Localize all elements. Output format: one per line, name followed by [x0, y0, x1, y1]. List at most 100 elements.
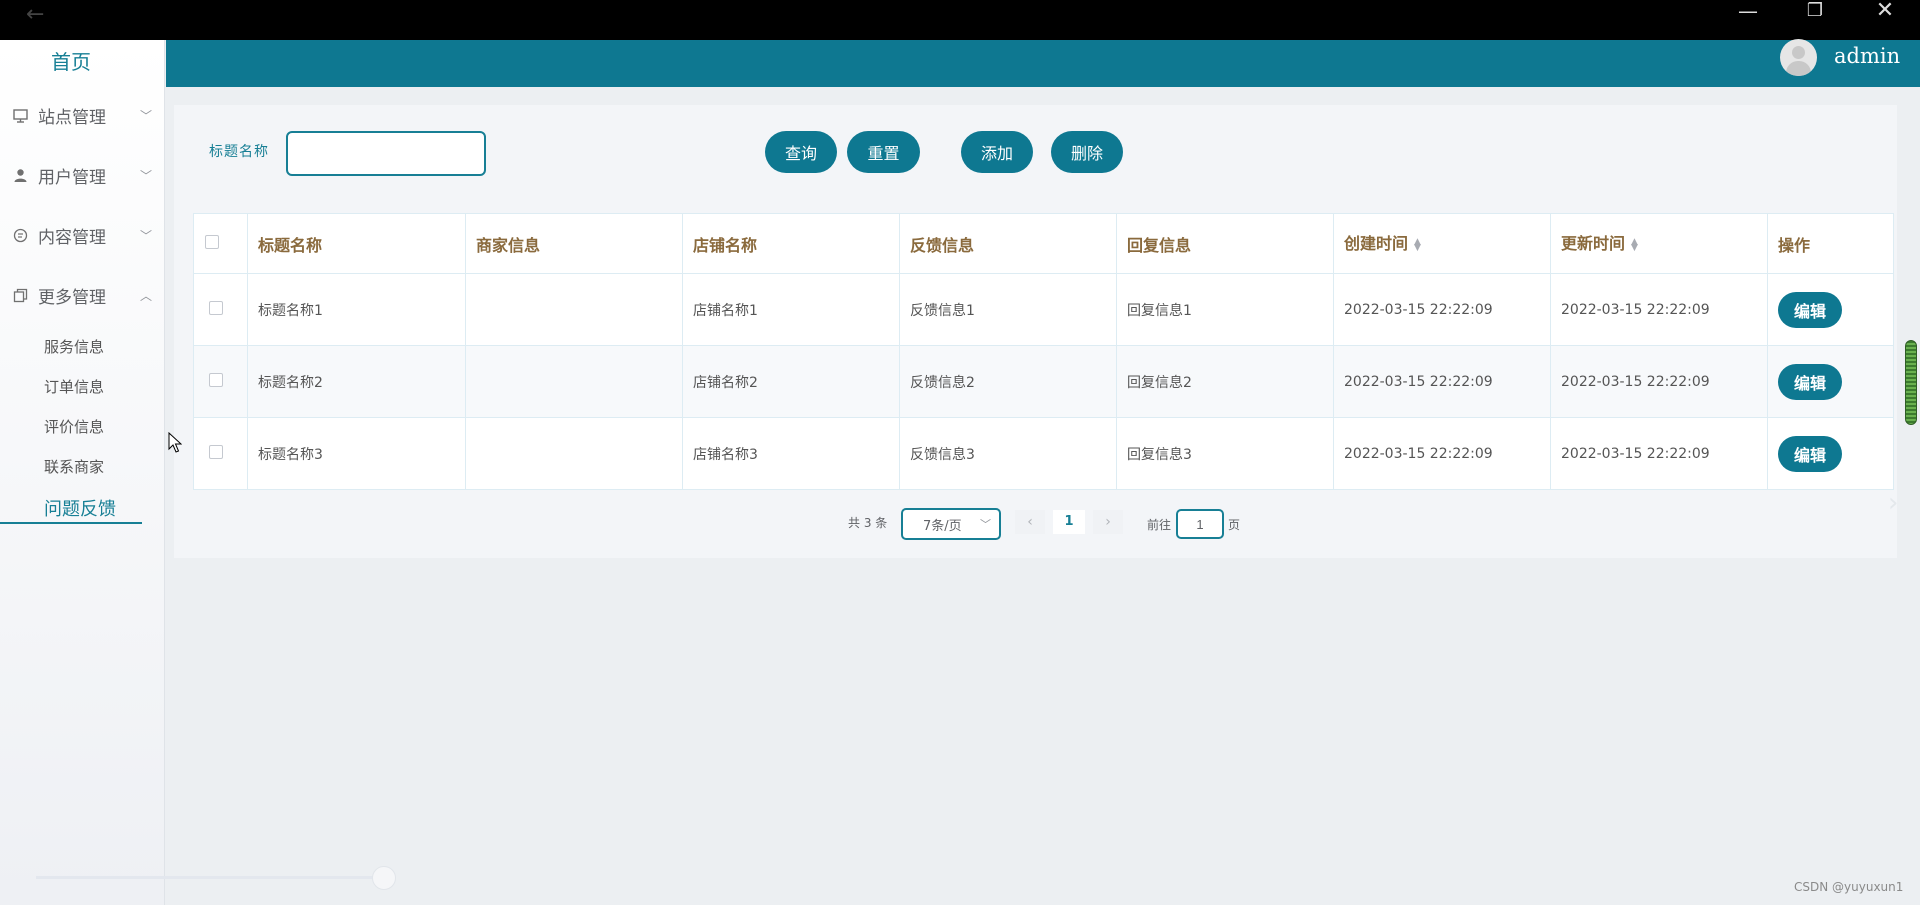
- cell-created: 2022-03-15 22:22:09: [1333, 417, 1551, 490]
- column-header-updated-label: 更新时间: [1561, 234, 1626, 253]
- cell-shop: 店铺名称2: [682, 345, 900, 418]
- mouse-cursor-icon: [168, 432, 182, 453]
- sidebar-item-user-management[interactable]: 用户管理 ﹀: [12, 160, 152, 190]
- goto-label: 前往: [1147, 518, 1172, 532]
- username[interactable]: admin: [1834, 44, 1900, 68]
- row-checkbox-cell: [193, 273, 248, 346]
- submenu-review-info[interactable]: 评价信息: [44, 416, 104, 437]
- sidebar-item-label: 用户管理: [38, 167, 106, 188]
- scrollbar-thumb[interactable]: [1905, 340, 1917, 425]
- table-row: 标题名称1 店铺名称1 反馈信息1 回复信息1 2022-03-15 22:22…: [193, 273, 1894, 346]
- cell-action: 编辑: [1767, 417, 1894, 490]
- column-header-shop: 店铺名称: [682, 213, 900, 274]
- select-all-checkbox[interactable]: [205, 235, 219, 249]
- row-checkbox[interactable]: [209, 300, 223, 315]
- monitor-icon: [12, 107, 28, 123]
- feedback-table: 标题名称 商家信息 店铺名称 反馈信息 回复信息 创建时间 ▲ ▼ 更新时间 ▲ ▼ 操…: [193, 213, 1894, 490]
- column-header-reply: 回复信息: [1116, 213, 1334, 274]
- back-arrow-icon[interactable]: ←: [26, 2, 44, 27]
- copy-icon: [12, 287, 28, 303]
- edit-button[interactable]: 编辑: [1778, 291, 1842, 328]
- chevron-right-icon: ›: [1888, 488, 1899, 518]
- page-size-select[interactable]: 7条/页 ﹀: [901, 508, 1001, 540]
- column-header-updated[interactable]: 更新时间 ▲ ▼: [1550, 213, 1768, 274]
- slider-handle[interactable]: [372, 866, 396, 890]
- top-header: [166, 40, 1920, 87]
- cell-title: 标题名称1: [247, 273, 466, 346]
- sidebar-item-more-management[interactable]: 更多管理 ︿: [12, 280, 152, 310]
- page-number-current[interactable]: 1: [1053, 510, 1085, 534]
- cell-updated: 2022-03-15 22:22:09: [1550, 417, 1768, 490]
- cell-action: 编辑: [1767, 345, 1894, 418]
- watermark: CSDN @yuyuxun1: [1794, 880, 1904, 894]
- page-unit-label: 页: [1228, 518, 1241, 532]
- cell-updated: 2022-03-15 22:22:09: [1550, 273, 1768, 346]
- chevron-down-icon: ﹀: [139, 108, 152, 123]
- cell-updated: 2022-03-15 22:22:09: [1550, 345, 1768, 418]
- table-header-row: 标题名称 商家信息 店铺名称 反馈信息 回复信息 创建时间 ▲ ▼ 更新时间 ▲ ▼ 操…: [193, 213, 1894, 274]
- minimize-icon[interactable]: —: [1718, 0, 1778, 40]
- row-checkbox[interactable]: [209, 444, 223, 459]
- cell-feedback: 反馈信息3: [899, 417, 1117, 490]
- column-header-action: 操作: [1767, 213, 1894, 274]
- chevron-down-icon: ﹀: [139, 228, 152, 243]
- restore-icon[interactable]: ❐: [1785, 0, 1845, 40]
- row-checkbox-cell: [193, 345, 248, 418]
- cell-title: 标题名称2: [247, 345, 466, 418]
- goto-page-input[interactable]: [1176, 509, 1224, 539]
- cell-reply: 回复信息2: [1116, 345, 1334, 418]
- chat-icon: [12, 227, 28, 243]
- prev-page-icon[interactable]: ‹: [1015, 510, 1045, 534]
- chevron-down-icon: ﹀: [139, 168, 152, 183]
- close-icon[interactable]: ✕: [1855, 0, 1915, 40]
- cell-reply: 回复信息1: [1116, 273, 1334, 346]
- cell-title: 标题名称3: [247, 417, 466, 490]
- row-checkbox-cell: [193, 417, 248, 490]
- submenu-order-info[interactable]: 订单信息: [44, 376, 104, 397]
- column-header-feedback: 反馈信息: [899, 213, 1117, 274]
- cell-feedback: 反馈信息1: [899, 273, 1117, 346]
- pagination-total: 共 3 条: [848, 516, 888, 530]
- table-row: 标题名称3 店铺名称3 反馈信息3 回复信息3 2022-03-15 22:22…: [193, 417, 1894, 490]
- cell-shop: 店铺名称1: [682, 273, 900, 346]
- cell-reply: 回复信息3: [1116, 417, 1334, 490]
- active-indicator: [0, 522, 142, 524]
- chevron-up-icon: ︿: [139, 288, 152, 303]
- search-title-input[interactable]: [286, 131, 486, 176]
- user-icon: [12, 167, 28, 183]
- row-checkbox[interactable]: [209, 372, 223, 387]
- edit-button[interactable]: 编辑: [1778, 363, 1842, 400]
- sidebar: 首页 站点管理 ﹀ 用户管理 ﹀ 内容管理 ﹀ 更多管理 ︿ 服务信息 订单信息…: [0, 40, 165, 905]
- page-size-value: 7条/页: [923, 518, 962, 534]
- delete-button[interactable]: 删除: [1051, 131, 1123, 173]
- sort-icon[interactable]: ▲ ▼: [1631, 237, 1638, 252]
- query-button[interactable]: 查询: [765, 131, 837, 173]
- cell-feedback: 反馈信息2: [899, 345, 1117, 418]
- sort-icon[interactable]: ▲ ▼: [1414, 237, 1421, 252]
- chevron-down-icon: ﹀: [980, 518, 991, 531]
- cell-created: 2022-03-15 22:22:09: [1333, 273, 1551, 346]
- submenu-feedback[interactable]: 问题反馈: [44, 495, 116, 521]
- select-all-cell: [193, 213, 248, 274]
- column-header-title: 标题名称: [247, 213, 466, 274]
- user-avatar-icon[interactable]: [1780, 39, 1817, 76]
- submenu-contact-merchant[interactable]: 联系商家: [44, 456, 104, 477]
- column-header-created[interactable]: 创建时间 ▲ ▼: [1333, 213, 1551, 274]
- sidebar-item-label: 站点管理: [38, 107, 106, 128]
- cell-shop: 店铺名称3: [682, 417, 900, 490]
- cell-merchant: [465, 345, 683, 418]
- sidebar-item-label: 更多管理: [38, 287, 106, 308]
- submenu-service-info[interactable]: 服务信息: [44, 336, 104, 357]
- next-page-icon[interactable]: ›: [1093, 510, 1123, 534]
- cell-action: 编辑: [1767, 273, 1894, 346]
- sidebar-item-label: 内容管理: [38, 227, 106, 248]
- reset-button[interactable]: 重置: [847, 131, 920, 173]
- sidebar-item-content-management[interactable]: 内容管理 ﹀: [12, 220, 152, 250]
- add-button[interactable]: 添加: [961, 131, 1033, 173]
- sidebar-item-site-management[interactable]: 站点管理 ﹀: [12, 100, 152, 130]
- edit-button[interactable]: 编辑: [1778, 435, 1842, 472]
- window-titlebar: ← — ❐ ✕: [0, 0, 1920, 40]
- slider-track[interactable]: [36, 876, 386, 879]
- sidebar-home[interactable]: 首页: [0, 46, 142, 75]
- cell-merchant: [465, 273, 683, 346]
